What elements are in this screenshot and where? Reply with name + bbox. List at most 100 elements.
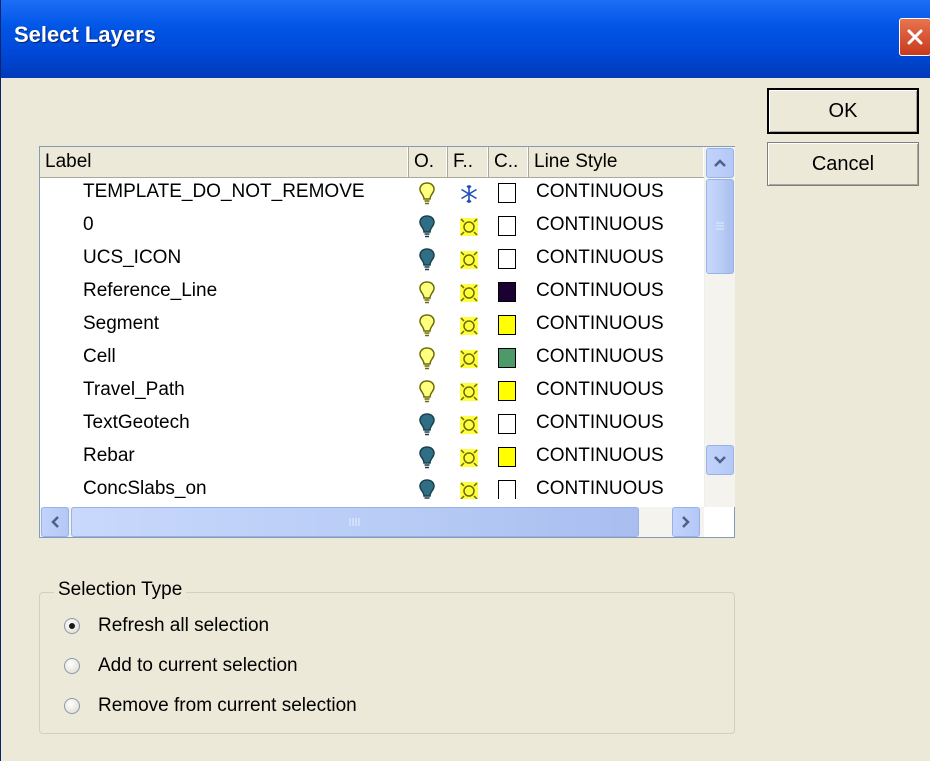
radio-add-to-current-selection[interactable]: Add to current selection <box>64 655 298 677</box>
lightbulb-on-icon[interactable] <box>416 313 438 339</box>
list-row[interactable]: ConcSlabs_on CONTINUOUS <box>40 474 704 499</box>
layer-label: Rebar <box>83 445 135 466</box>
layers-list[interactable]: Label O. F.. C.. Line Style TEMPLATE_DO_… <box>39 146 735 538</box>
sun-thaw-icon[interactable] <box>457 346 481 372</box>
layer-linestyle: CONTINUOUS <box>536 280 664 301</box>
layer-label: Travel_Path <box>83 379 185 400</box>
scroll-down-button[interactable] <box>706 445 734 475</box>
lightbulb-on-icon[interactable] <box>416 379 438 405</box>
radio-label: Add to current selection <box>98 655 298 676</box>
radio-button-icon <box>64 658 80 674</box>
cancel-button[interactable]: Cancel <box>767 142 919 186</box>
list-header: Label O. F.. C.. Line Style <box>40 147 704 178</box>
lightbulb-off-icon[interactable] <box>416 445 438 471</box>
snowflake-freeze-icon[interactable] <box>457 181 481 207</box>
radio-remove-from-current-selection[interactable]: Remove from current selection <box>64 695 357 717</box>
list-row[interactable]: Travel_Path CONTINUOUS <box>40 375 704 409</box>
close-button[interactable] <box>899 18 930 56</box>
list-row[interactable]: 0 CONTINUOUS <box>40 210 704 244</box>
layer-linestyle: CONTINUOUS <box>536 214 664 235</box>
sun-thaw-icon[interactable] <box>457 412 481 438</box>
radio-refresh-all-selection[interactable]: Refresh all selection <box>64 615 269 637</box>
list-row[interactable]: Reference_Line CONTINUOUS <box>40 276 704 310</box>
sun-thaw-icon[interactable] <box>457 379 481 405</box>
layer-color-swatch[interactable] <box>498 216 516 236</box>
selection-type-title: Selection Type <box>54 579 187 601</box>
sun-thaw-icon[interactable] <box>457 214 481 240</box>
lightbulb-on-icon[interactable] <box>416 280 438 306</box>
close-icon <box>907 29 923 45</box>
sun-thaw-icon[interactable] <box>457 280 481 306</box>
arrow-down-icon <box>714 456 726 464</box>
radio-button-icon <box>64 618 80 634</box>
ok-button[interactable]: OK <box>767 88 919 134</box>
scroll-up-button[interactable] <box>706 148 734 178</box>
layer-linestyle: CONTINUOUS <box>536 346 664 367</box>
layer-color-swatch[interactable] <box>498 381 516 401</box>
layer-color-swatch[interactable] <box>498 480 516 499</box>
selection-type-group: Selection Type Refresh all selection Add… <box>39 579 735 734</box>
layer-color-swatch[interactable] <box>498 249 516 269</box>
layer-color-swatch[interactable] <box>498 348 516 368</box>
layer-linestyle: CONTINUOUS <box>536 181 664 202</box>
layer-color-swatch[interactable] <box>498 183 516 203</box>
scroll-right-button[interactable] <box>672 507 700 537</box>
layer-label: Cell <box>83 346 116 367</box>
layer-linestyle: CONTINUOUS <box>536 412 664 433</box>
lightbulb-off-icon[interactable] <box>416 247 438 273</box>
layer-label: UCS_ICON <box>83 247 182 268</box>
layer-label: Segment <box>83 313 160 334</box>
sun-thaw-icon[interactable] <box>457 445 481 471</box>
lightbulb-off-icon[interactable] <box>416 412 438 438</box>
layer-linestyle: CONTINUOUS <box>536 379 664 400</box>
scroll-left-button[interactable] <box>41 507 69 537</box>
vertical-scrollbar[interactable] <box>704 147 735 507</box>
column-header-freeze[interactable]: F.. <box>448 147 489 177</box>
horizontal-scrollbar[interactable] <box>40 507 704 537</box>
lightbulb-on-icon[interactable] <box>416 181 438 207</box>
arrow-right-icon <box>682 516 690 528</box>
sun-thaw-icon[interactable] <box>457 313 481 339</box>
lightbulb-off-icon[interactable] <box>416 214 438 240</box>
column-header-label[interactable]: Label <box>40 147 409 177</box>
lightbulb-on-icon[interactable] <box>416 346 438 372</box>
layer-label: TEMPLATE_DO_NOT_REMOVE <box>83 181 365 202</box>
radio-button-icon <box>64 698 80 714</box>
layer-linestyle: CONTINUOUS <box>536 247 664 268</box>
horizontal-scroll-thumb[interactable] <box>71 507 639 537</box>
select-layers-dialog: Select Layers OK Cancel Label O. F.. C..… <box>0 0 930 761</box>
column-header-on[interactable]: O. <box>409 147 448 177</box>
arrow-left-icon <box>51 516 59 528</box>
window-title: Select Layers <box>14 22 156 47</box>
layer-linestyle: CONTINUOUS <box>536 478 664 499</box>
layer-color-swatch[interactable] <box>498 282 516 302</box>
list-rows: TEMPLATE_DO_NOT_REMOVE CONTINUOUS 0 CONTINU… <box>40 177 704 499</box>
vertical-scroll-thumb[interactable] <box>706 179 734 274</box>
radio-label: Refresh all selection <box>98 615 270 636</box>
sun-thaw-icon[interactable] <box>457 478 481 499</box>
layer-label: TextGeotech <box>83 412 190 433</box>
column-header-color[interactable]: C.. <box>489 147 529 177</box>
list-row[interactable]: Cell CONTINUOUS <box>40 342 704 376</box>
layer-linestyle: CONTINUOUS <box>536 445 664 466</box>
sun-thaw-icon[interactable] <box>457 247 481 273</box>
layer-color-swatch[interactable] <box>498 414 516 434</box>
title-bar[interactable]: Select Layers <box>1 0 930 78</box>
arrow-up-icon <box>714 159 726 167</box>
radio-label: Remove from current selection <box>98 695 357 716</box>
list-row[interactable]: Segment CONTINUOUS <box>40 309 704 343</box>
layer-color-swatch[interactable] <box>498 447 516 467</box>
layer-color-swatch[interactable] <box>498 315 516 335</box>
layer-linestyle: CONTINUOUS <box>536 313 664 334</box>
layer-label: ConcSlabs_on <box>83 478 207 499</box>
grip-icon <box>349 518 360 526</box>
list-row[interactable]: UCS_ICON CONTINUOUS <box>40 243 704 277</box>
layer-label: Reference_Line <box>83 280 218 301</box>
column-header-linestyle[interactable]: Line Style <box>529 147 704 177</box>
layer-label: 0 <box>83 214 94 235</box>
lightbulb-off-icon[interactable] <box>416 478 438 499</box>
grip-icon <box>716 222 724 230</box>
list-row[interactable]: Rebar CONTINUOUS <box>40 441 704 475</box>
list-row[interactable]: TEMPLATE_DO_NOT_REMOVE CONTINUOUS <box>40 177 704 211</box>
list-row[interactable]: TextGeotech CONTINUOUS <box>40 408 704 442</box>
